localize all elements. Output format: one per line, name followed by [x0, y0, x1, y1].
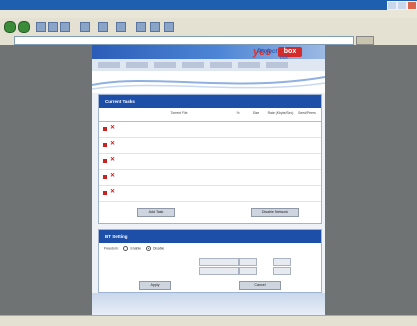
column-header-rate: Rate (Kbyte/Sec) [267, 111, 294, 115]
radio-enable[interactable] [123, 246, 129, 251]
nav-item[interactable] [182, 62, 204, 68]
delete-icon[interactable]: ✕ [110, 141, 115, 148]
cancel-button[interactable]: Cancel [239, 281, 281, 290]
column-header-name: Torrent File [170, 111, 188, 115]
setting-field[interactable] [273, 258, 291, 266]
url-field[interactable] [14, 36, 354, 45]
apply-button[interactable]: Apply [139, 281, 171, 290]
go-button[interactable] [356, 36, 374, 45]
bt-setting-panel: BT Setting Freedom: Enable Disable Apply… [98, 229, 322, 293]
nav-item[interactable] [154, 62, 176, 68]
panel-title: Current Tasks [99, 95, 321, 108]
stop-icon[interactable] [36, 22, 46, 32]
panel-title: BT Setting [99, 230, 321, 243]
nav-item[interactable] [238, 62, 260, 68]
forward-icon[interactable] [18, 21, 30, 33]
history-icon[interactable] [116, 22, 126, 32]
browser-title-bar [0, 0, 417, 10]
table-header: Torrent File % Size Rate (Kbyte/Sec) See… [99, 108, 321, 122]
nav-item[interactable] [98, 62, 120, 68]
search-icon[interactable] [80, 22, 90, 32]
edit-icon[interactable] [164, 22, 174, 32]
nav-item[interactable] [126, 62, 148, 68]
freedom-label: Freedom: [104, 246, 119, 251]
web-page: yes box Current Tasks Torrent File % Siz… [92, 45, 325, 315]
delete-icon[interactable]: ✕ [110, 157, 115, 164]
column-header-size: Size [252, 111, 260, 115]
freedom-row: Freedom: Enable Disable [104, 246, 164, 251]
print-icon[interactable] [150, 22, 160, 32]
footer-logo: Project [257, 49, 278, 55]
background-left [0, 45, 92, 315]
delete-icon[interactable]: ✕ [110, 189, 115, 196]
nav-item[interactable] [266, 62, 288, 68]
status-bar [0, 315, 417, 326]
stop-icon[interactable] [103, 175, 107, 179]
delete-icon[interactable]: ✕ [110, 173, 115, 180]
close-icon[interactable] [407, 1, 417, 10]
browser-toolbar [0, 18, 417, 36]
radio-disable-label: Disable [152, 246, 165, 251]
minimize-icon[interactable] [387, 1, 397, 10]
table-row: ✕ [99, 186, 321, 202]
stop-icon[interactable] [103, 127, 107, 131]
decorative-swirl [92, 76, 325, 90]
table-row: ✕ [99, 154, 321, 170]
delete-icon[interactable]: ✕ [110, 125, 115, 132]
background-right [325, 45, 417, 315]
home-icon[interactable] [60, 22, 70, 32]
current-tasks-panel: Current Tasks Torrent File % Size Rate (… [98, 94, 322, 224]
disable-network-button[interactable]: Disable Network [251, 208, 299, 217]
back-icon[interactable] [4, 21, 16, 33]
column-header-peers: Seed/Peers [298, 111, 316, 115]
column-header-percent: % [236, 111, 240, 115]
setting-field[interactable] [273, 267, 291, 275]
setting-field[interactable] [239, 267, 257, 275]
setting-field[interactable] [199, 267, 239, 275]
radio-disable[interactable] [145, 246, 151, 251]
stop-icon[interactable] [103, 143, 107, 147]
stop-icon[interactable] [103, 159, 107, 163]
table-row: ✕ [99, 170, 321, 186]
nav-item[interactable] [210, 62, 232, 68]
add-task-button[interactable]: Add Task [137, 208, 175, 217]
setting-field[interactable] [199, 258, 239, 266]
setting-field[interactable] [239, 258, 257, 266]
window-title [0, 2, 14, 7]
footer-logo-sub: box [280, 55, 289, 61]
refresh-icon[interactable] [48, 22, 58, 32]
table-row: ✕ [99, 122, 321, 138]
stop-icon[interactable] [103, 191, 107, 195]
table-row: ✕ [99, 138, 321, 154]
favorites-icon[interactable] [98, 22, 108, 32]
page-footer [92, 293, 325, 315]
mail-icon[interactable] [136, 22, 146, 32]
maximize-icon[interactable] [397, 1, 407, 10]
radio-enable-label: Enable [130, 246, 142, 251]
